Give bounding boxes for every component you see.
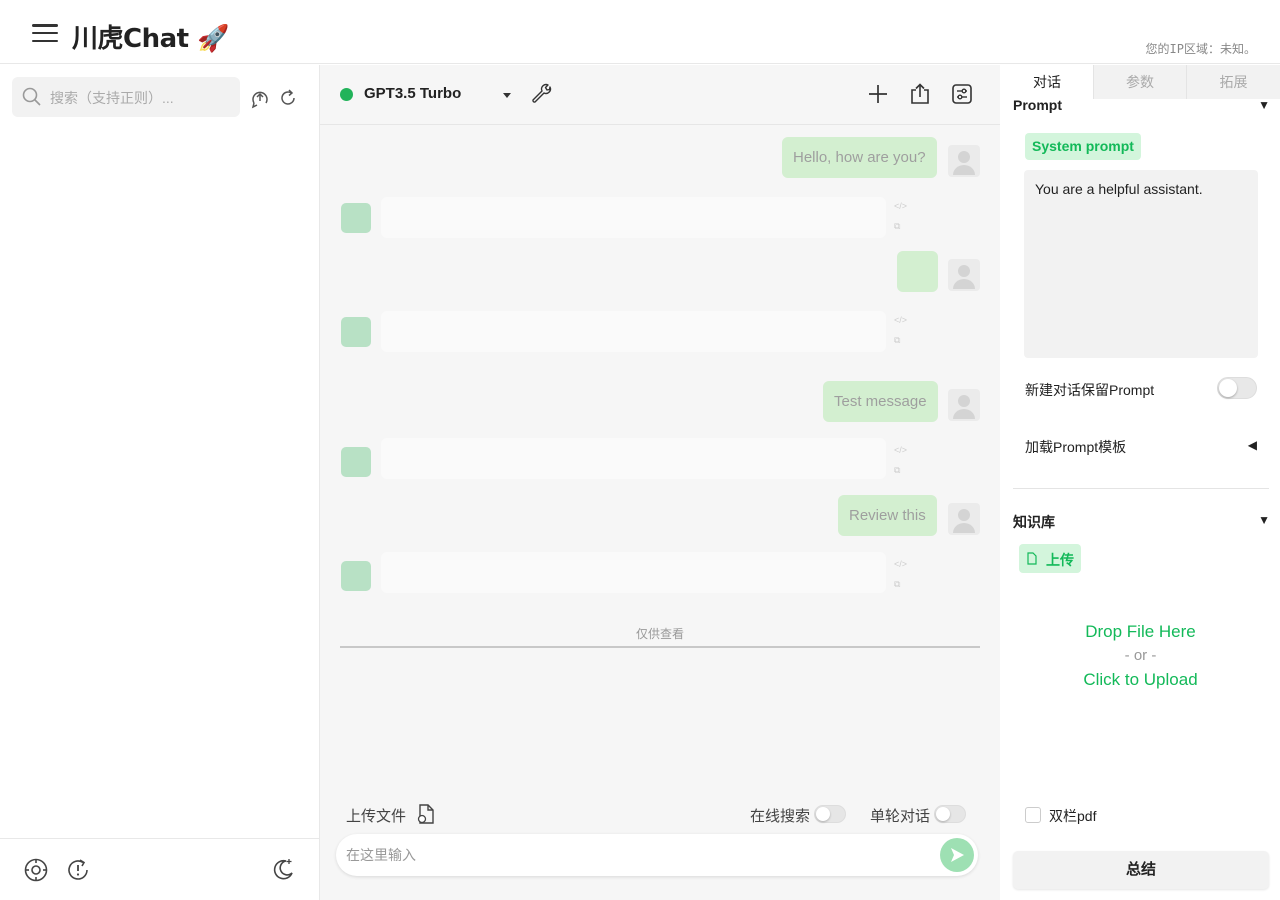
update-icon[interactable] <box>65 857 91 883</box>
ip-region-text: 您的IP区域：未知。 <box>1145 42 1256 56</box>
two-column-pdf-label: 双栏pdf <box>1049 808 1097 824</box>
menu-icon[interactable] <box>32 24 58 44</box>
code-icon[interactable]: </> <box>894 559 907 571</box>
search-icon <box>22 87 41 106</box>
online-search-toggle[interactable] <box>814 805 846 823</box>
share-icon[interactable] <box>908 82 932 106</box>
send-button[interactable] <box>940 838 974 872</box>
upload-button[interactable]: 上传 <box>1019 544 1081 573</box>
user-message: Test message <box>823 381 938 422</box>
drop-file-text: Drop File Here <box>1085 622 1196 641</box>
new-chat-icon[interactable] <box>866 82 890 106</box>
chat-toolbar: GPT3.5 Turbo <box>320 65 1000 125</box>
history-search-input[interactable]: 搜索（支持正则）... <box>12 77 240 117</box>
prompt-section-title: Prompt <box>1013 97 1062 113</box>
two-column-pdf-checkbox[interactable] <box>1025 807 1041 823</box>
upload-file-icon[interactable] <box>416 803 436 825</box>
bot-message <box>381 197 886 238</box>
keep-prompt-label: 新建对话保留Prompt <box>1025 382 1155 398</box>
user-message: Hello, how are you? <box>782 137 937 178</box>
bot-avatar <box>341 317 371 347</box>
user-message: Review this <box>838 495 937 536</box>
summarize-button[interactable]: 总结 <box>1013 851 1269 889</box>
file-drop-zone[interactable]: Drop File Here - or - Click to Upload <box>1001 620 1280 692</box>
knowledge-section-title: 知识库 <box>1013 514 1055 530</box>
sidebar-footer <box>0 838 319 900</box>
chevron-down-icon[interactable] <box>503 93 511 98</box>
copy-icon[interactable]: ⧉ <box>894 465 906 477</box>
copy-icon[interactable]: ⧉ <box>894 335 906 347</box>
upload-file-label[interactable]: 上传文件 <box>346 805 406 826</box>
bot-message <box>381 552 886 593</box>
panel-tabs: 对话 参数 拓展 <box>1001 65 1280 99</box>
bot-avatar <box>341 561 371 591</box>
copy-icon[interactable]: ⧉ <box>894 221 906 233</box>
view-only-label: 仅供查看 <box>635 627 684 641</box>
dark-mode-icon[interactable] <box>270 857 296 883</box>
chat-panel: GPT3.5 Turbo Hello, how are you? </> ⧉ <… <box>320 65 1000 900</box>
tab-chat[interactable]: 对话 <box>1001 65 1093 99</box>
code-icon[interactable]: </> <box>894 315 907 327</box>
expand-icon[interactable]: ◀ <box>1248 438 1257 452</box>
system-prompt-label: System prompt <box>1025 133 1141 160</box>
bot-avatar <box>341 447 371 477</box>
bot-avatar <box>341 203 371 233</box>
code-icon[interactable]: </> <box>894 201 907 213</box>
load-template-label[interactable]: 加载Prompt模板 <box>1025 437 1126 457</box>
user-avatar <box>948 389 980 421</box>
tab-params[interactable]: 参数 <box>1093 65 1186 99</box>
copy-icon[interactable]: ⧉ <box>894 579 906 591</box>
tab-extensions[interactable]: 拓展 <box>1186 65 1280 99</box>
model-selector[interactable]: GPT3.5 Turbo <box>364 85 461 102</box>
file-icon <box>1027 552 1037 565</box>
settings-panel-icon[interactable] <box>950 82 974 106</box>
keep-prompt-toggle[interactable] <box>1217 377 1257 399</box>
send-icon <box>951 848 964 862</box>
upload-history-icon[interactable] <box>249 87 271 109</box>
bot-message <box>381 311 886 352</box>
divider <box>1013 488 1269 489</box>
refresh-icon[interactable] <box>277 87 299 109</box>
settings-icon[interactable] <box>23 857 49 883</box>
divider <box>340 646 980 648</box>
collapse-icon[interactable]: ▼ <box>1258 513 1270 527</box>
message-input[interactable]: 在这里输入 <box>336 834 978 876</box>
bot-message <box>381 438 886 479</box>
system-prompt-input[interactable]: You are a helpful assistant. <box>1024 170 1258 358</box>
single-turn-label: 单轮对话 <box>870 808 931 825</box>
code-icon[interactable]: </> <box>894 445 907 457</box>
wrench-icon[interactable] <box>530 82 554 106</box>
top-header: 川虎Chat 🚀 您的IP区域：未知。 <box>0 0 1280 64</box>
search-placeholder: 搜索（支持正则）... <box>50 90 174 106</box>
app-title: 川虎Chat 🚀 <box>72 24 230 54</box>
status-indicator <box>340 88 353 101</box>
settings-panel: 对话 参数 拓展 Prompt ▼ System prompt You are … <box>1001 65 1280 900</box>
input-placeholder: 在这里输入 <box>346 847 416 863</box>
user-avatar <box>948 145 980 177</box>
user-avatar <box>948 259 980 291</box>
user-avatar <box>948 503 980 535</box>
online-search-label: 在线搜索 <box>750 808 811 825</box>
click-upload-text: Click to Upload <box>1083 670 1198 689</box>
history-sidebar: 搜索（支持正则）... <box>0 65 320 900</box>
upload-label: 上传 <box>1046 552 1074 568</box>
user-message <box>897 251 938 292</box>
single-turn-toggle[interactable] <box>934 805 966 823</box>
collapse-icon[interactable]: ▼ <box>1258 98 1270 112</box>
drop-or-text: - or - <box>1124 647 1157 664</box>
